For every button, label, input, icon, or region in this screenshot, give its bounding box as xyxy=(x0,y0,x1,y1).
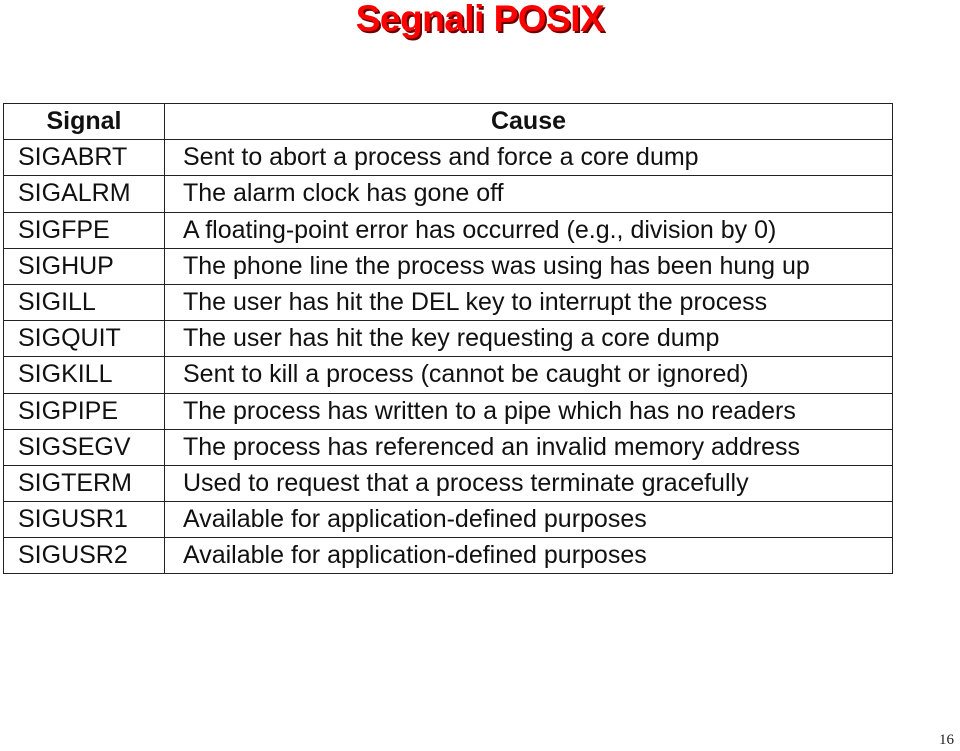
signal-cause-cell: A floating-point error has occurred (e.g… xyxy=(164,211,893,249)
signals-table: Signal Cause SIGABRT Sent to abort a proc… xyxy=(3,102,893,575)
signal-name-cell: SIGHUP xyxy=(3,247,165,285)
signal-name-cell: SIGFPE xyxy=(3,211,165,249)
signal-cause-cell: Used to request that a process terminate… xyxy=(164,464,893,503)
table-row: SIGFPE A floating-point error has occurre… xyxy=(3,211,893,249)
signal-name-cell: SIGTERM xyxy=(3,464,165,503)
signal-name-cell: SIGABRT xyxy=(3,139,165,177)
table-row: SIGPIPE The process has written to a pipe… xyxy=(3,392,893,430)
table-row: SIGTERM Used to request that a process te… xyxy=(3,464,893,503)
signal-name-cell: SIGUSR1 xyxy=(3,501,165,539)
table-row: SIGUSR1 Available for application-defined… xyxy=(3,501,893,539)
signal-cause-cell: The alarm clock has gone off xyxy=(164,175,893,213)
signal-name-cell: SIGPIPE xyxy=(3,392,165,430)
table-row: SIGHUP The phone line the process was usi… xyxy=(3,247,893,285)
signal-name-cell: SIGUSR2 xyxy=(3,537,165,575)
signal-cause-cell: Sent to abort a process and force a core… xyxy=(164,139,893,177)
signal-name-cell: SIGALRM xyxy=(3,175,165,213)
signal-name-cell: SIGKILL xyxy=(3,356,165,394)
table-row: SIGALRM The alarm clock has gone off xyxy=(3,175,893,213)
table-row: SIGILL The user has hit the DEL key to in… xyxy=(3,283,893,322)
signal-cause-cell: The user has hit the key requesting a co… xyxy=(164,320,893,358)
signal-cause-cell: Available for application-defined purpos… xyxy=(164,537,893,575)
page-number: 16 xyxy=(939,732,954,748)
signal-cause-cell: The process has referenced an invalid me… xyxy=(164,428,893,466)
signal-cause-cell: The process has written to a pipe which … xyxy=(164,392,893,430)
table-header-row: Signal Cause xyxy=(3,102,893,141)
signal-name-cell: SIGILL xyxy=(3,283,165,322)
table-row: SIGUSR2 Available for application-defined… xyxy=(3,537,893,575)
signal-cause-cell: The phone line the process was using has… xyxy=(164,247,893,285)
table-row: SIGABRT Sent to abort a process and force… xyxy=(3,139,893,177)
table-row: SIGKILL Sent to kill a process (cannot be… xyxy=(3,356,893,394)
header-signal: Signal xyxy=(3,102,165,141)
table-row: SIGQUIT The user has hit the key requesti… xyxy=(3,320,893,358)
signal-cause-cell: The user has hit the DEL key to interrup… xyxy=(164,283,893,322)
slide-title: Segnali POSIX xyxy=(355,0,605,39)
signal-cause-cell: Sent to kill a process (cannot be caught… xyxy=(164,356,893,394)
signal-cause-cell: Available for application-defined purpos… xyxy=(164,501,893,539)
header-cause: Cause xyxy=(164,102,893,141)
signal-name-cell: SIGQUIT xyxy=(3,320,165,358)
table-row: SIGSEGV The process has referenced an inv… xyxy=(3,428,893,466)
signal-name-cell: SIGSEGV xyxy=(3,428,165,466)
